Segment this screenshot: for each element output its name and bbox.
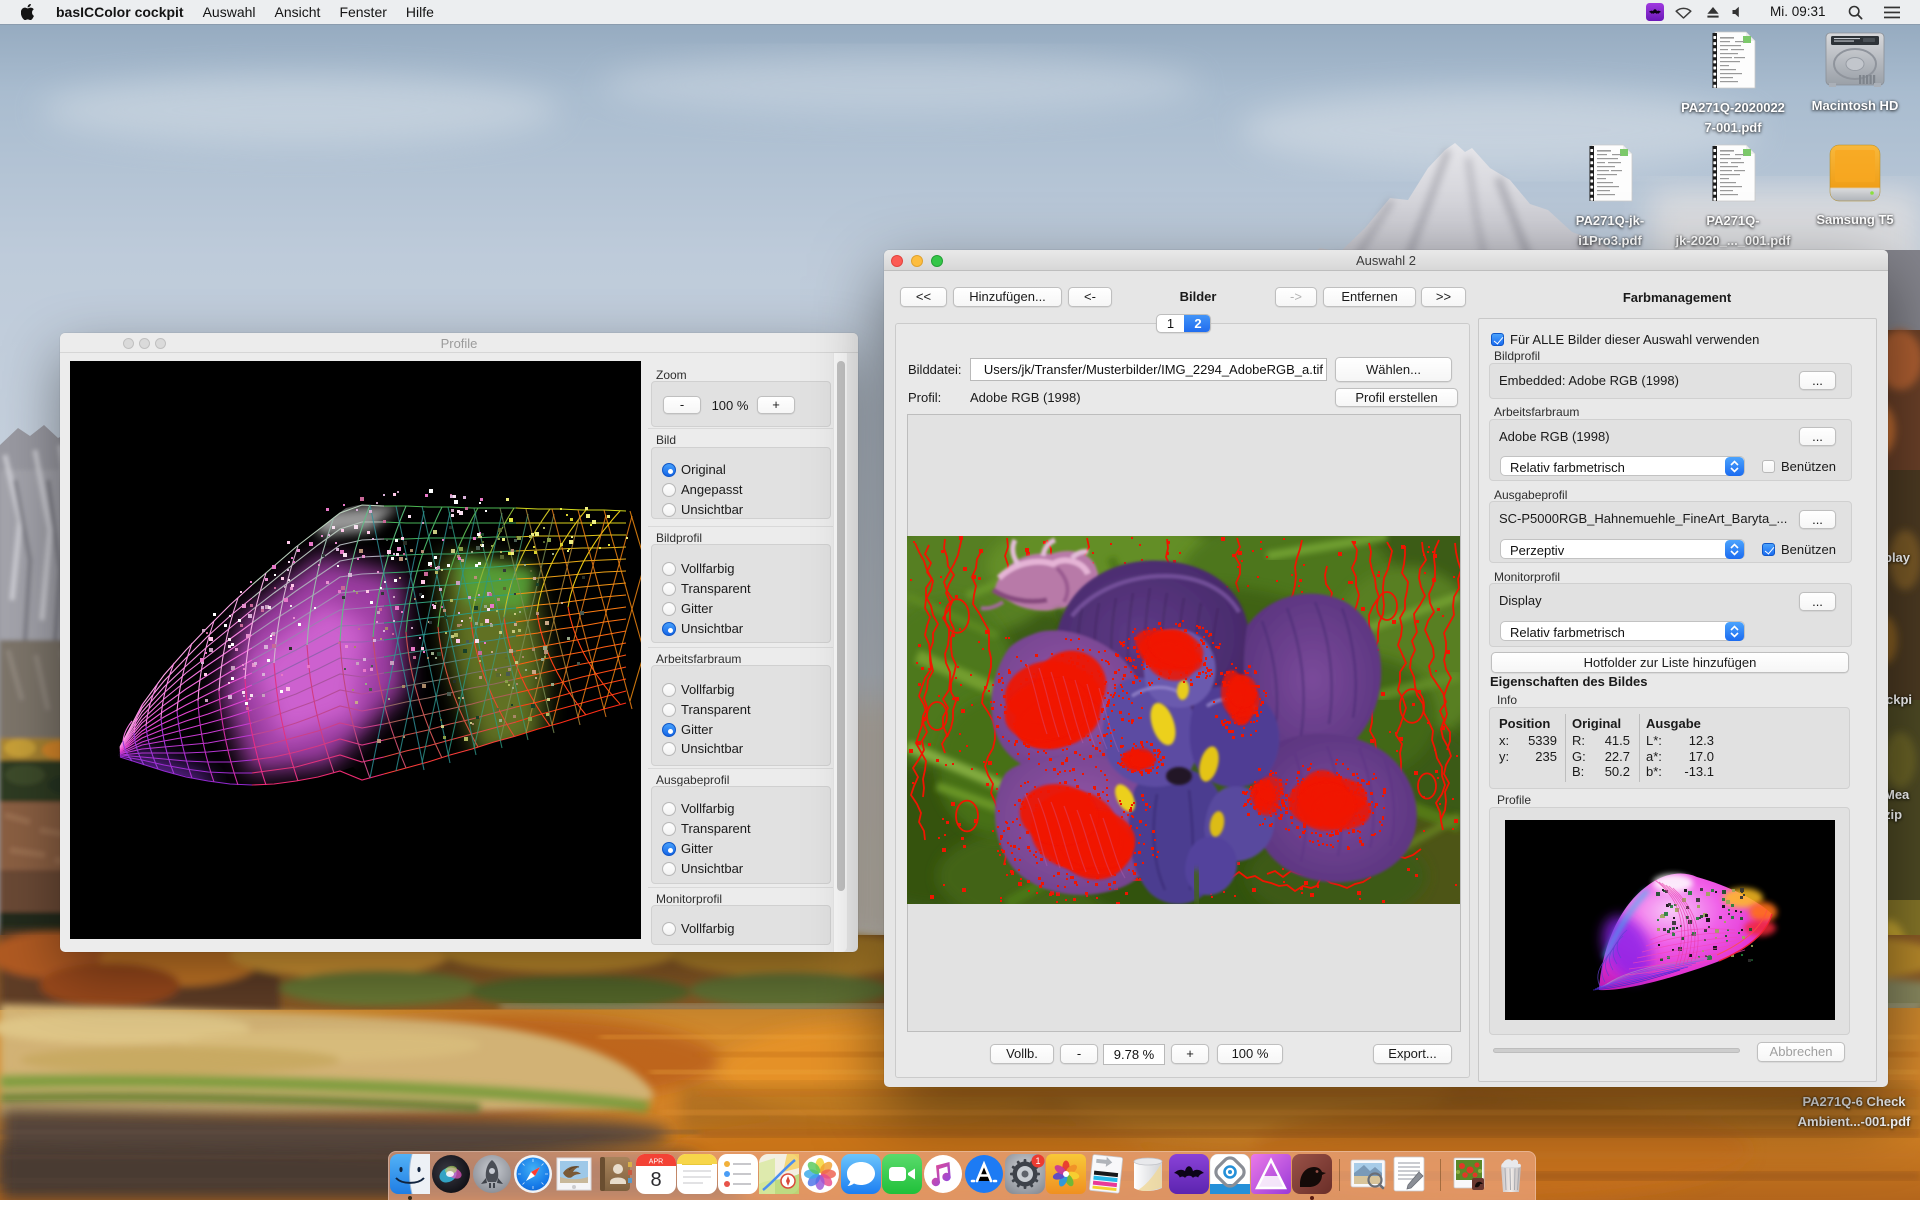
svg-text:APR: APR (649, 1159, 663, 1166)
svg-text:1: 1 (1035, 1156, 1040, 1166)
svg-text:8: 8 (650, 1169, 661, 1191)
